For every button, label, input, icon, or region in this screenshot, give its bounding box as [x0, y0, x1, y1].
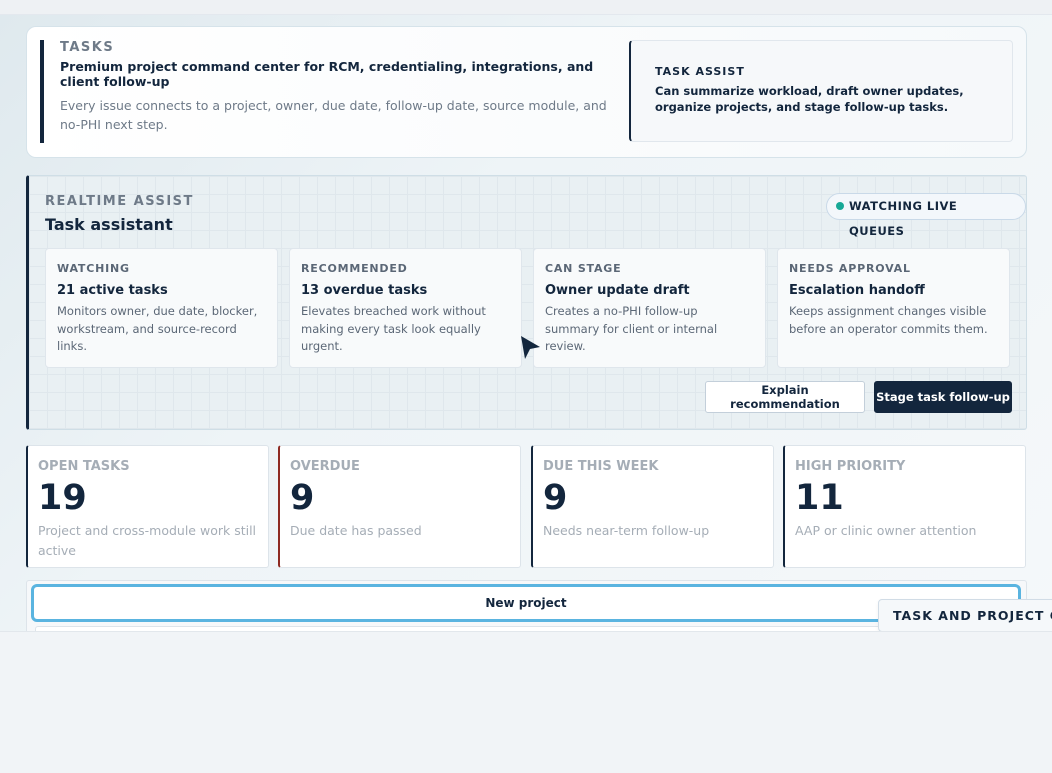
new-project-button[interactable]: New project: [31, 584, 1021, 622]
task-and-project-ops-tab[interactable]: TASK AND PROJECT OPS: [878, 599, 1052, 631]
assist-card-label: RECOMMENDED: [301, 262, 408, 275]
status-badge: WATCHING LIVE QUEUES: [826, 193, 1026, 238]
realtime-eyebrow: REALTIME ASSIST: [45, 194, 194, 209]
assist-card-can-stage: CAN STAGE Owner update draft Creates a n…: [533, 248, 766, 368]
assist-card-description: Monitors owner, due date, blocker, works…: [57, 304, 258, 353]
tasks-page: TASKS Premium project command center for…: [0, 15, 1052, 632]
project-list: [35, 626, 1020, 631]
status-badge-label: WATCHING LIVE QUEUES: [849, 199, 958, 238]
stat-description: Needs near-term follow-up: [543, 523, 710, 538]
hero-eyebrow: TASKS: [60, 40, 115, 55]
assist-card-watching: WATCHING 21 active tasks Monitors owner,…: [45, 248, 278, 368]
tasks-hero: TASKS Premium project command center for…: [26, 26, 1027, 158]
page-title: Premium project command center for RCM, …: [60, 59, 594, 89]
stat-label: HIGH PRIORITY: [795, 459, 906, 474]
task-assist-label: TASK ASSIST: [655, 65, 745, 78]
stat-description: Due date has passed: [290, 523, 422, 538]
realtime-assist-panel: REALTIME ASSIST Task assistant WATCHING …: [26, 175, 1027, 430]
project-panel: New project: [26, 580, 1027, 631]
assist-card-title: Owner update draft: [545, 283, 690, 298]
stat-card-open-tasks: OPEN TASKS 19 Project and cross-module w…: [26, 445, 269, 568]
mouse-pointer-icon: [521, 336, 540, 359]
stat-value: 9: [290, 478, 315, 518]
stat-label: DUE THIS WEEK: [543, 459, 659, 474]
hero-intro: TASKS Premium project command center for…: [40, 40, 610, 143]
stat-description: Project and cross-module work still acti…: [38, 523, 257, 558]
stage-task-follow-up-button[interactable]: Stage task follow-up: [874, 381, 1012, 413]
assist-card-description: Keeps assignment changes visible before …: [789, 304, 988, 336]
task-assist-card: TASK ASSIST Can summarize workload, draf…: [629, 40, 1013, 142]
assist-card-needs-approval: NEEDS APPROVAL Escalation handoff Keeps …: [777, 248, 1010, 368]
stat-card-overdue: OVERDUE 9 Due date has passed: [278, 445, 521, 568]
stat-value: 11: [795, 478, 844, 518]
assist-card-title: 21 active tasks: [57, 283, 168, 298]
stat-value: 19: [38, 478, 87, 518]
explain-recommendation-button[interactable]: Explain recommendation: [705, 381, 865, 413]
task-assist-text: Can summarize workload, draft owner upda…: [655, 84, 964, 114]
stat-value: 9: [543, 478, 568, 518]
assist-card-recommended: RECOMMENDED 13 overdue tasks Elevates br…: [289, 248, 522, 368]
top-bar: [0, 0, 1052, 15]
stat-card-high-priority: HIGH PRIORITY 11 AAP or clinic owner att…: [783, 445, 1026, 568]
assist-card-title: Escalation handoff: [789, 283, 925, 298]
stat-label: OPEN TASKS: [38, 459, 130, 474]
assist-card-label: NEEDS APPROVAL: [789, 262, 911, 275]
stat-label: OVERDUE: [290, 459, 360, 474]
assist-card-label: CAN STAGE: [545, 262, 622, 275]
assist-card-description: Creates a no-PHI follow-up summary for c…: [545, 304, 718, 353]
stat-card-due-this-week: DUE THIS WEEK 9 Needs near-term follow-u…: [531, 445, 774, 568]
hero-description: Every issue connects to a project, owner…: [60, 98, 607, 132]
assist-card-description: Elevates breached work without making ev…: [301, 304, 486, 353]
realtime-title: Task assistant: [45, 215, 173, 234]
assist-card-title: 13 overdue tasks: [301, 283, 428, 298]
live-status-dot-icon: [836, 202, 844, 210]
stat-description: AAP or clinic owner attention: [795, 523, 977, 538]
assist-card-label: WATCHING: [57, 262, 130, 275]
